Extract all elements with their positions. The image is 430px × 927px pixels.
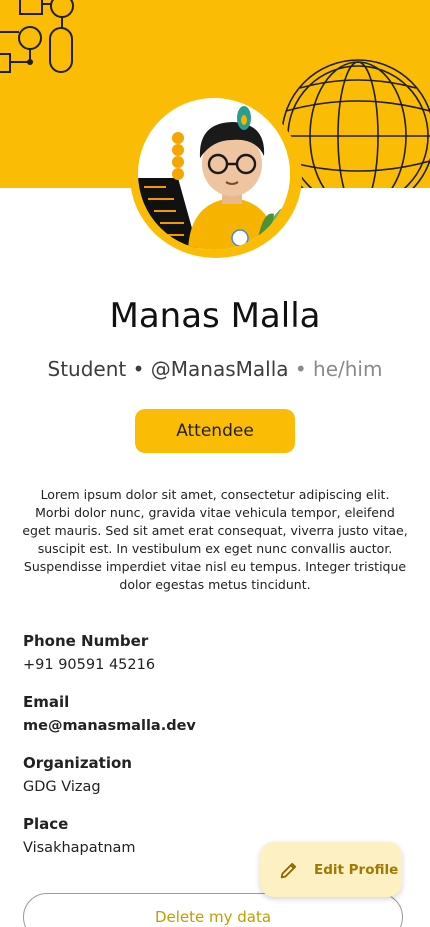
detail-value: GDG Vizag [23,779,101,795]
edit-profile-label: Edit Profile [314,861,399,878]
circuit-decoration [0,0,74,73]
edit-profile-button[interactable]: Edit Profile [260,842,402,897]
profile-name: Manas Malla [109,296,321,336]
detail-label: Organization [23,754,132,772]
detail-email: Email me@manasmalla.dev [23,692,323,736]
profile-bio: Lorem ipsum dolor sit amet, consectetur … [22,487,408,592]
avatar [130,94,302,258]
detail-label: Email [23,693,70,711]
pronouns-separator: • [288,357,314,381]
profile-subline: Student • @ManasMalla • he/him [0,357,430,381]
avatar-image [138,98,290,250]
profile-pronouns: he/him [313,357,383,381]
attendee-badge-button[interactable]: Attendee [135,409,295,453]
detail-label: Place [23,815,69,833]
detail-value: +91 90591 45216 [23,657,156,673]
detail-phone: Phone Number +91 90591 45216 [23,631,323,675]
detail-value: me@manasmalla.dev [23,718,196,734]
detail-organization: Organization GDG Vizag [23,753,323,797]
pencil-icon [280,862,297,878]
delete-data-button[interactable]: Delete my data [23,893,403,927]
profile-handle: @ManasMalla [150,357,289,381]
detail-label: Phone Number [23,632,149,650]
avatar-illustration [138,98,290,250]
delete-data-label: Delete my data [154,908,272,926]
subline-separator: • [126,357,151,381]
profile-role: Student [47,357,127,381]
